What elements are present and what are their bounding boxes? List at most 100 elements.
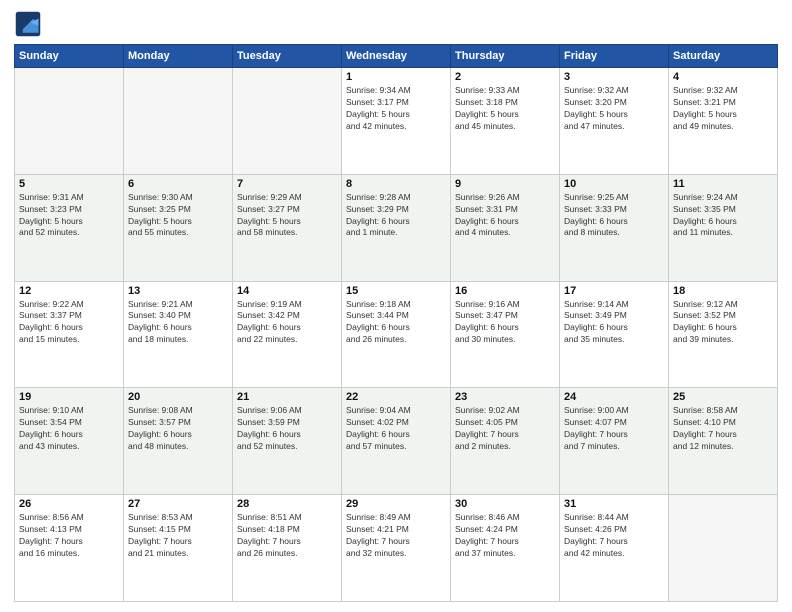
day-info: Sunrise: 9:12 AM Sunset: 3:52 PM Dayligh… — [673, 299, 773, 347]
day-number: 5 — [19, 178, 119, 190]
day-cell: 26 Sunrise: 8:56 AM Sunset: 4:13 PM Dayli… — [15, 495, 124, 602]
day-number: 10 — [564, 178, 664, 190]
day-cell: 7 Sunrise: 9:29 AM Sunset: 3:27 PM Daylig… — [233, 174, 342, 281]
logo — [14, 10, 46, 38]
day-info: Sunrise: 9:33 AM Sunset: 3:18 PM Dayligh… — [455, 85, 555, 133]
day-number: 6 — [128, 178, 228, 190]
day-number: 11 — [673, 178, 773, 190]
day-cell: 25 Sunrise: 8:58 AM Sunset: 4:10 PM Dayli… — [669, 388, 778, 495]
weekday-sunday: Sunday — [15, 45, 124, 68]
day-info: Sunrise: 9:21 AM Sunset: 3:40 PM Dayligh… — [128, 299, 228, 347]
weekday-friday: Friday — [560, 45, 669, 68]
day-info: Sunrise: 9:10 AM Sunset: 3:54 PM Dayligh… — [19, 405, 119, 453]
week-row-2: 5 Sunrise: 9:31 AM Sunset: 3:23 PM Daylig… — [15, 174, 778, 281]
day-info: Sunrise: 9:02 AM Sunset: 4:05 PM Dayligh… — [455, 405, 555, 453]
day-cell: 18 Sunrise: 9:12 AM Sunset: 3:52 PM Dayli… — [669, 281, 778, 388]
day-cell: 3 Sunrise: 9:32 AM Sunset: 3:20 PM Daylig… — [560, 68, 669, 175]
day-info: Sunrise: 9:29 AM Sunset: 3:27 PM Dayligh… — [237, 192, 337, 240]
day-number: 2 — [455, 71, 555, 83]
day-number: 1 — [346, 71, 446, 83]
day-number: 24 — [564, 391, 664, 403]
day-cell: 1 Sunrise: 9:34 AM Sunset: 3:17 PM Daylig… — [342, 68, 451, 175]
day-info: Sunrise: 9:32 AM Sunset: 3:20 PM Dayligh… — [564, 85, 664, 133]
day-number: 12 — [19, 285, 119, 297]
day-cell: 23 Sunrise: 9:02 AM Sunset: 4:05 PM Dayli… — [451, 388, 560, 495]
day-info: Sunrise: 9:22 AM Sunset: 3:37 PM Dayligh… — [19, 299, 119, 347]
day-number: 28 — [237, 498, 337, 510]
weekday-saturday: Saturday — [669, 45, 778, 68]
day-number: 25 — [673, 391, 773, 403]
logo-icon — [14, 10, 42, 38]
day-info: Sunrise: 8:58 AM Sunset: 4:10 PM Dayligh… — [673, 405, 773, 453]
page: SundayMondayTuesdayWednesdayThursdayFrid… — [0, 0, 792, 612]
day-info: Sunrise: 9:31 AM Sunset: 3:23 PM Dayligh… — [19, 192, 119, 240]
day-cell: 21 Sunrise: 9:06 AM Sunset: 3:59 PM Dayli… — [233, 388, 342, 495]
day-cell: 31Sunrise: 8:44 AM Sunset: 4:26 PM Dayli… — [560, 495, 669, 602]
day-info: Sunrise: 9:08 AM Sunset: 3:57 PM Dayligh… — [128, 405, 228, 453]
day-cell: 8Sunrise: 9:28 AM Sunset: 3:29 PM Daylig… — [342, 174, 451, 281]
day-info: Sunrise: 9:24 AM Sunset: 3:35 PM Dayligh… — [673, 192, 773, 240]
day-cell: 29 Sunrise: 8:49 AM Sunset: 4:21 PM Dayli… — [342, 495, 451, 602]
day-number: 19 — [19, 391, 119, 403]
day-info: Sunrise: 9:18 AM Sunset: 3:44 PM Dayligh… — [346, 299, 446, 347]
day-number: 21 — [237, 391, 337, 403]
day-number: 3 — [564, 71, 664, 83]
day-info: Sunrise: 8:53 AM Sunset: 4:15 PM Dayligh… — [128, 512, 228, 560]
day-cell: 10Sunrise: 9:25 AM Sunset: 3:33 PM Dayli… — [560, 174, 669, 281]
day-number: 31 — [564, 498, 664, 510]
day-number: 29 — [346, 498, 446, 510]
calendar-table: SundayMondayTuesdayWednesdayThursdayFrid… — [14, 44, 778, 602]
weekday-thursday: Thursday — [451, 45, 560, 68]
day-number: 26 — [19, 498, 119, 510]
day-info: Sunrise: 9:34 AM Sunset: 3:17 PM Dayligh… — [346, 85, 446, 133]
day-cell — [233, 68, 342, 175]
day-number: 8 — [346, 178, 446, 190]
day-cell: 27 Sunrise: 8:53 AM Sunset: 4:15 PM Dayli… — [124, 495, 233, 602]
day-cell: 13Sunrise: 9:21 AM Sunset: 3:40 PM Dayli… — [124, 281, 233, 388]
day-number: 7 — [237, 178, 337, 190]
day-cell: 19 Sunrise: 9:10 AM Sunset: 3:54 PM Dayli… — [15, 388, 124, 495]
day-cell: 28 Sunrise: 8:51 AM Sunset: 4:18 PM Dayli… — [233, 495, 342, 602]
day-number: 9 — [455, 178, 555, 190]
day-number: 23 — [455, 391, 555, 403]
day-cell: 2 Sunrise: 9:33 AM Sunset: 3:18 PM Daylig… — [451, 68, 560, 175]
day-cell: 5 Sunrise: 9:31 AM Sunset: 3:23 PM Daylig… — [15, 174, 124, 281]
day-info: Sunrise: 9:14 AM Sunset: 3:49 PM Dayligh… — [564, 299, 664, 347]
day-info: Sunrise: 8:49 AM Sunset: 4:21 PM Dayligh… — [346, 512, 446, 560]
day-cell: 24 Sunrise: 9:00 AM Sunset: 4:07 PM Dayli… — [560, 388, 669, 495]
day-info: Sunrise: 9:06 AM Sunset: 3:59 PM Dayligh… — [237, 405, 337, 453]
day-number: 4 — [673, 71, 773, 83]
weekday-tuesday: Tuesday — [233, 45, 342, 68]
weekday-monday: Monday — [124, 45, 233, 68]
day-cell: 11 Sunrise: 9:24 AM Sunset: 3:35 PM Dayli… — [669, 174, 778, 281]
day-number: 14 — [237, 285, 337, 297]
day-cell: 17 Sunrise: 9:14 AM Sunset: 3:49 PM Dayli… — [560, 281, 669, 388]
day-number: 15 — [346, 285, 446, 297]
day-info: Sunrise: 9:00 AM Sunset: 4:07 PM Dayligh… — [564, 405, 664, 453]
day-info: Sunrise: 8:51 AM Sunset: 4:18 PM Dayligh… — [237, 512, 337, 560]
day-info: Sunrise: 9:19 AM Sunset: 3:42 PM Dayligh… — [237, 299, 337, 347]
day-info: Sunrise: 9:16 AM Sunset: 3:47 PM Dayligh… — [455, 299, 555, 347]
day-number: 18 — [673, 285, 773, 297]
weekday-wednesday: Wednesday — [342, 45, 451, 68]
day-cell: 20 Sunrise: 9:08 AM Sunset: 3:57 PM Dayli… — [124, 388, 233, 495]
day-info: Sunrise: 8:56 AM Sunset: 4:13 PM Dayligh… — [19, 512, 119, 560]
day-cell: 22Sunrise: 9:04 AM Sunset: 4:02 PM Dayli… — [342, 388, 451, 495]
day-number: 16 — [455, 285, 555, 297]
day-info: Sunrise: 8:46 AM Sunset: 4:24 PM Dayligh… — [455, 512, 555, 560]
day-cell: 12 Sunrise: 9:22 AM Sunset: 3:37 PM Dayli… — [15, 281, 124, 388]
day-cell: 16 Sunrise: 9:16 AM Sunset: 3:47 PM Dayli… — [451, 281, 560, 388]
day-cell — [669, 495, 778, 602]
week-row-1: 1 Sunrise: 9:34 AM Sunset: 3:17 PM Daylig… — [15, 68, 778, 175]
day-number: 27 — [128, 498, 228, 510]
day-info: Sunrise: 9:26 AM Sunset: 3:31 PM Dayligh… — [455, 192, 555, 240]
day-cell — [124, 68, 233, 175]
day-info: Sunrise: 9:30 AM Sunset: 3:25 PM Dayligh… — [128, 192, 228, 240]
day-number: 30 — [455, 498, 555, 510]
day-number: 20 — [128, 391, 228, 403]
day-number: 22 — [346, 391, 446, 403]
day-cell — [15, 68, 124, 175]
day-cell: 4Sunrise: 9:32 AM Sunset: 3:21 PM Daylig… — [669, 68, 778, 175]
day-number: 17 — [564, 285, 664, 297]
header — [14, 10, 778, 38]
